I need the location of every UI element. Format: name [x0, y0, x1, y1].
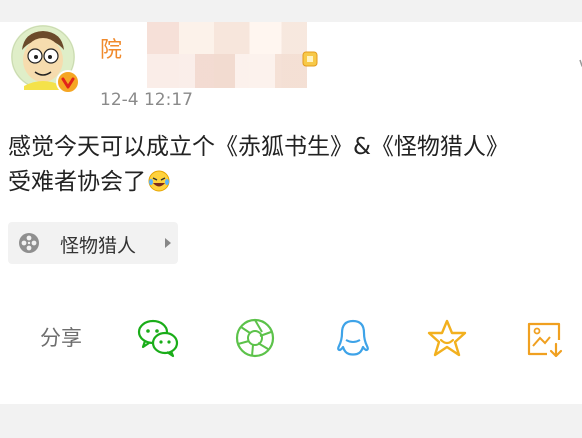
favorite-star-icon[interactable]: [425, 316, 469, 360]
username[interactable]: 院: [100, 32, 122, 64]
star-outline-icon[interactable]: [570, 58, 582, 76]
topic-label: 怪物猎人: [60, 235, 137, 257]
member-badge-icon: [302, 50, 318, 68]
film-reel-icon: [18, 232, 40, 254]
wechat-icon[interactable]: [136, 316, 180, 360]
laugh-cry-emoji-icon: [148, 168, 170, 192]
redacted-area: [147, 22, 307, 88]
chevron-right-icon: [165, 238, 171, 248]
topic-chip[interactable]: 怪物猎人: [8, 222, 178, 264]
moments-icon[interactable]: [233, 316, 277, 360]
qq-icon[interactable]: [331, 316, 375, 360]
save-image-icon[interactable]: [523, 316, 567, 360]
post-content: 感觉今天可以成立个《赤狐书生》&《怪物猎人》 受难者协会了: [8, 130, 580, 200]
post-content-line1: 感觉今天可以成立个《赤狐书生》&《怪物猎人》: [8, 134, 509, 160]
bottom-divider-strip: [0, 404, 582, 438]
verified-badge-icon: [56, 70, 80, 94]
top-divider-strip: [0, 0, 582, 22]
share-label: 分享: [40, 326, 82, 350]
post-timestamp: 12-4 12:17: [100, 90, 193, 110]
post-content-line2: 受难者协会了: [8, 169, 146, 195]
